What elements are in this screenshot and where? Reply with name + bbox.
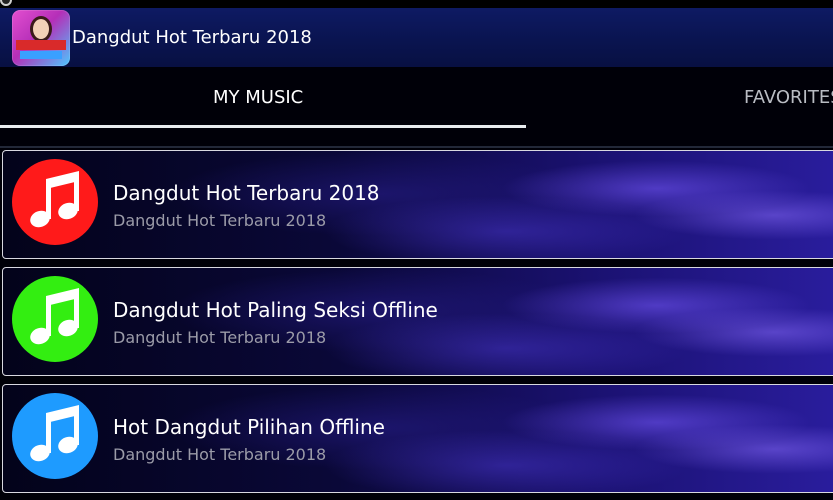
item-title: Dangdut Hot Paling Seksi Offline: [113, 298, 438, 322]
status-bar: [0, 0, 833, 8]
tab-bar: MY MUSIC FAVORITES: [0, 67, 833, 148]
tab-my-music[interactable]: MY MUSIC: [213, 87, 303, 108]
app-title: Dangdut Hot Terbaru 2018: [72, 27, 312, 48]
list-item[interactable]: Dangdut Hot Terbaru 2018 Dangdut Hot Ter…: [2, 150, 833, 259]
list-item[interactable]: Hot Dangdut Pilihan Offline Dangdut Hot …: [2, 384, 833, 493]
tab-indicator: [0, 125, 526, 128]
app-icon: [12, 10, 70, 66]
music-note-icon-circle: [12, 393, 98, 479]
app-icon-banner-secondary: [20, 51, 62, 59]
app-icon-portrait: [30, 16, 52, 42]
music-note-icon-circle: [12, 276, 98, 362]
item-title: Hot Dangdut Pilihan Offline: [113, 415, 385, 439]
music-note-icon: [12, 159, 98, 245]
tab-favorites[interactable]: FAVORITES: [744, 87, 833, 108]
music-note-icon: [12, 276, 98, 362]
list-item[interactable]: Dangdut Hot Paling Seksi Offline Dangdut…: [2, 267, 833, 376]
item-subtitle: Dangdut Hot Terbaru 2018: [113, 211, 327, 230]
app-bar: Dangdut Hot Terbaru 2018: [0, 8, 833, 67]
app-icon-banner: [16, 40, 66, 50]
item-subtitle: Dangdut Hot Terbaru 2018: [113, 328, 327, 347]
item-subtitle: Dangdut Hot Terbaru 2018: [113, 445, 327, 464]
item-title: Dangdut Hot Terbaru 2018: [113, 181, 380, 205]
status-icon: [0, 0, 12, 6]
music-list: Dangdut Hot Terbaru 2018 Dangdut Hot Ter…: [0, 148, 833, 500]
music-note-icon-circle: [12, 159, 98, 245]
music-note-icon: [12, 393, 98, 479]
